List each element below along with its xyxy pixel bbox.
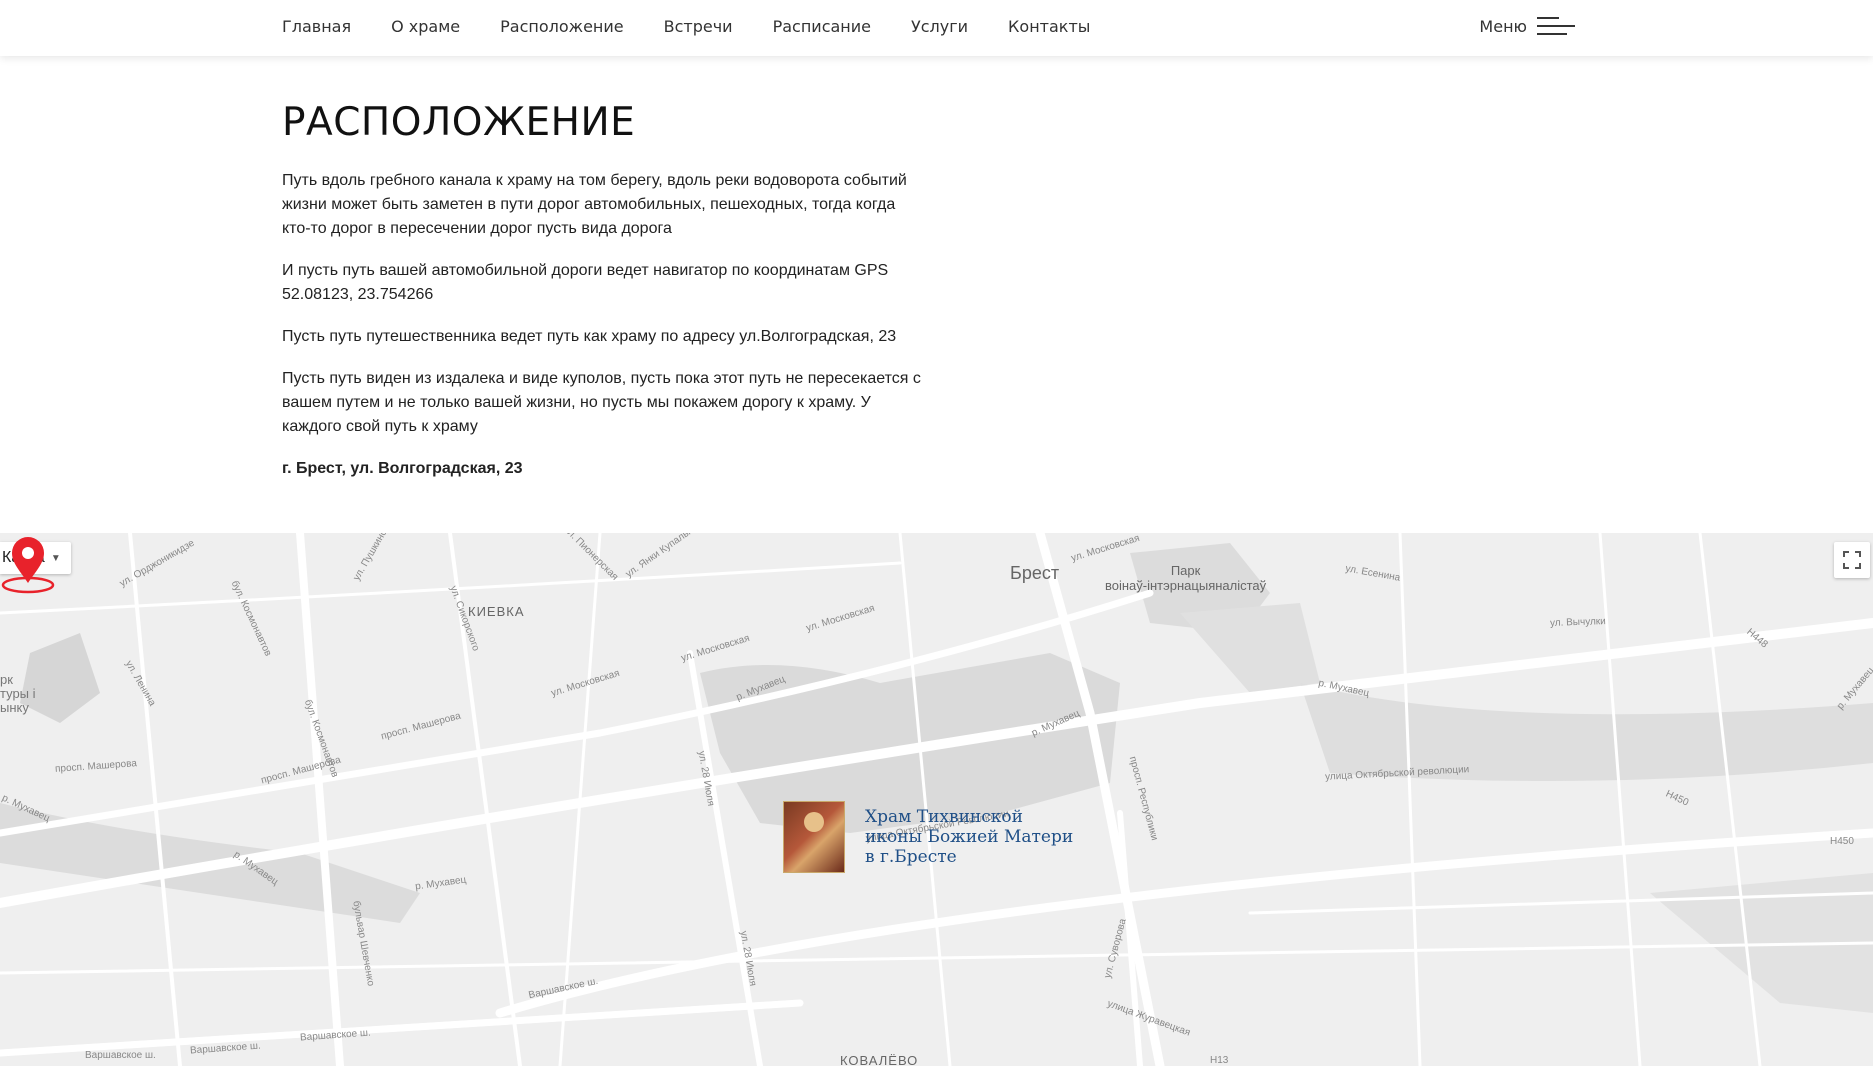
nav-item-meetings[interactable]: Встречи xyxy=(664,17,733,36)
fullscreen-button[interactable] xyxy=(1834,542,1870,578)
nav-item-home[interactable]: Главная xyxy=(282,17,351,36)
nav-item-contacts[interactable]: Контакты xyxy=(1008,17,1090,36)
location-section: РАСПОЛОЖЕНИЕ Путь вдоль гребного канала … xyxy=(282,100,922,499)
church-marker-label[interactable]: Храм Тихвинской иконы Божией Матери в г.… xyxy=(783,801,1095,873)
church-icon-image xyxy=(783,801,845,873)
map-label-district-kovalevo: КОВАЛЁВО xyxy=(840,1053,919,1066)
map-roads xyxy=(0,533,1873,1066)
nav-item-schedule[interactable]: Расписание xyxy=(773,17,871,36)
top-navbar: Главная О храме Расположение Встречи Рас… xyxy=(0,0,1873,56)
nav-item-location[interactable]: Расположение xyxy=(500,17,623,36)
map-label-left-edge: рк туры і ынку xyxy=(0,672,36,715)
map-label-city: Брест xyxy=(1010,563,1060,583)
paragraph-2: И пусть путь вашей автомобильной дороги … xyxy=(282,262,889,303)
nav-item-about[interactable]: О храме xyxy=(391,17,460,36)
map-road-number: Н450 xyxy=(1830,836,1854,847)
map-street: Варшавское ш. xyxy=(85,1050,156,1061)
fullscreen-icon xyxy=(1843,551,1861,569)
menu-label: Меню xyxy=(1479,16,1527,36)
map-label-district-kievka: КИЕВКА xyxy=(468,604,525,619)
location-pin-icon[interactable] xyxy=(0,533,56,595)
paragraph-1: Путь вдоль гребного канала к храму на то… xyxy=(282,172,907,237)
nav-item-services[interactable]: Услуги xyxy=(911,17,968,36)
page-title: РАСПОЛОЖЕНИЕ xyxy=(282,100,636,145)
map-road-number: Н13 xyxy=(1210,1055,1229,1066)
main-nav: Главная О храме Расположение Встречи Рас… xyxy=(282,0,1130,52)
paragraph-4: Пусть путь виден из издалека и виде купо… xyxy=(282,370,921,435)
map-label-park: Парк воінаў-інтэрнацыяналістаў xyxy=(1105,563,1267,593)
hamburger-icon xyxy=(1537,17,1575,35)
address: г. Брест, ул. Волгоградская, 23 xyxy=(282,460,523,477)
church-name: Храм Тихвинской иконы Божией Матери в г.… xyxy=(865,807,1074,867)
map-street: ул. Вычулки xyxy=(1549,616,1607,629)
paragraph-3: Пусть путь путешественника ведет путь ка… xyxy=(282,328,897,345)
menu-button[interactable]: Меню xyxy=(1479,0,1575,52)
map[interactable]: Карта ▼ Брест КИЕВКА КОВАЛЁВО Парк воіна… xyxy=(0,533,1873,1066)
